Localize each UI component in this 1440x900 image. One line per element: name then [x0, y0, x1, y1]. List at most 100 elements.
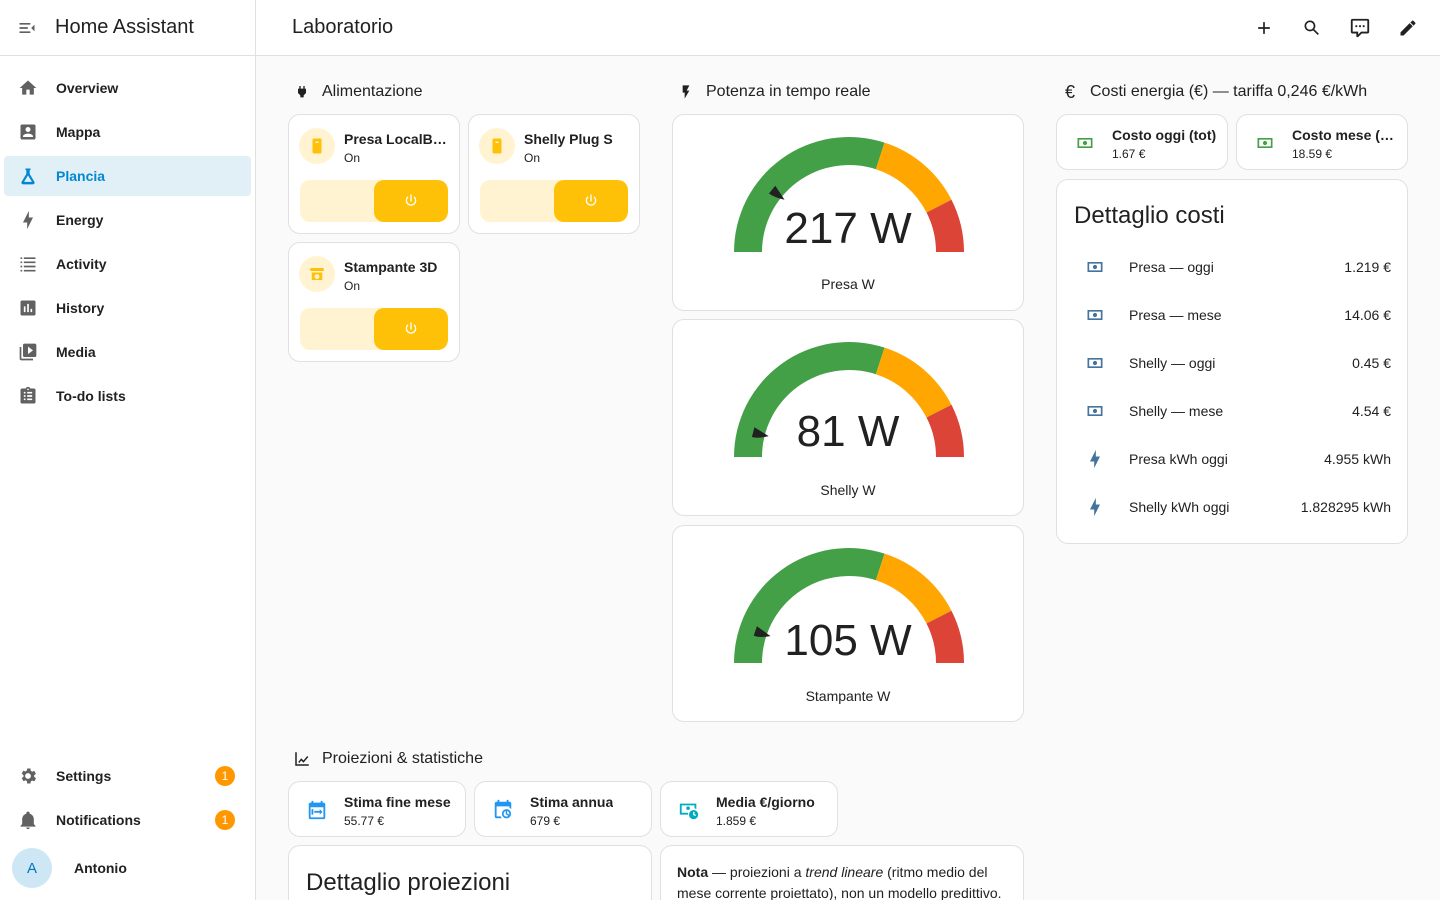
- tile-value: 55.77 €: [344, 814, 385, 828]
- sidebar-item-label: Notifications: [56, 812, 141, 828]
- entity-row[interactable]: Presa — oggi 1.219 €: [1057, 247, 1407, 287]
- sidebar-item-plancia[interactable]: Plancia: [4, 156, 251, 196]
- sidebar-item-settings[interactable]: Settings 1: [4, 756, 251, 796]
- tile-value: 18.59 €: [1292, 147, 1333, 161]
- tile-name: Costo mese (tot): [1292, 127, 1394, 143]
- sidebar-item-label: History: [56, 300, 105, 316]
- projection-detail-card: Dettaglio proiezioni: [288, 845, 652, 900]
- row-name: Presa — oggi: [1129, 259, 1214, 275]
- power-icon: [405, 322, 417, 334]
- projection-note: Nota — proiezioni a trend lineare (ritmo…: [677, 862, 1007, 900]
- switch-tile-stampante[interactable]: Stampante 3D On: [288, 242, 460, 362]
- plus-icon: [1258, 22, 1270, 34]
- flask-icon: [18, 166, 38, 186]
- lightning-icon: [18, 210, 38, 230]
- power-icon: [585, 194, 597, 206]
- tile-name: Stima annua: [530, 794, 614, 810]
- tile-name: Stima fine mese: [344, 794, 451, 810]
- chart-box-icon: [18, 298, 38, 318]
- gauge-segment-orange: [875, 553, 952, 624]
- sidebar-item-notifications[interactable]: Notifications 1: [4, 800, 251, 840]
- assist-button[interactable]: [1344, 12, 1376, 44]
- projection-tile-daily[interactable]: Media €/giorno 1.859 €: [660, 781, 838, 837]
- switch-toggle[interactable]: [300, 180, 448, 222]
- calendar-clock-icon: [491, 798, 515, 822]
- gear-icon: [18, 766, 38, 786]
- sidebar-item-label: Settings: [56, 768, 112, 784]
- projection-tile-month[interactable]: Stima fine mese 55.77 €: [288, 781, 466, 837]
- toolbar-actions: [1248, 12, 1424, 44]
- section-title-power: Alimentazione: [292, 82, 423, 102]
- entity-row[interactable]: Shelly kWh oggi 1.828295 kWh: [1057, 487, 1407, 527]
- edit-dashboard-button[interactable]: [1392, 12, 1424, 44]
- tile-value: 1.67 €: [1112, 147, 1146, 161]
- sidebar-item-overview[interactable]: Overview: [4, 68, 251, 108]
- play-box-icon: [18, 342, 38, 362]
- gauge-card-stampante[interactable]: 105 W Stampante W: [672, 525, 1024, 722]
- switch-name: Shelly Plug S: [524, 131, 613, 147]
- projection-tile-year[interactable]: Stima annua 679 €: [474, 781, 652, 837]
- list-icon: [18, 254, 38, 274]
- switch-name: Presa LocalBytes: [344, 131, 454, 147]
- sidebar-item-label: Media: [56, 344, 96, 360]
- card-title: Dettaglio costi: [1074, 202, 1225, 229]
- cash-clock-icon: [677, 798, 701, 822]
- row-name: Presa — mese: [1129, 307, 1222, 323]
- user-name: Antonio: [74, 860, 127, 876]
- sidebar-item-label: Mappa: [56, 124, 101, 140]
- row-value: 4.955 kWh: [1324, 451, 1391, 467]
- entity-row[interactable]: Shelly — mese 4.54 €: [1057, 391, 1407, 431]
- switch-tile-shelly[interactable]: Shelly Plug S On: [468, 114, 640, 234]
- entity-row[interactable]: Presa — mese 14.06 €: [1057, 295, 1407, 335]
- entity-row[interactable]: Presa kWh oggi 4.955 kWh: [1057, 439, 1407, 479]
- sidebar-item-mappa[interactable]: Mappa: [4, 112, 251, 152]
- settings-badge: 1: [215, 766, 235, 786]
- sidebar-item-profile[interactable]: A Antonio: [4, 844, 251, 892]
- row-value: 4.54 €: [1352, 403, 1391, 419]
- row-value: 1.828295 kWh: [1300, 499, 1391, 515]
- power-socket-icon: [299, 128, 335, 164]
- cost-tile-month[interactable]: Costo mese (tot) 18.59 €: [1236, 114, 1408, 170]
- search-button[interactable]: [1296, 12, 1328, 44]
- sidebar-item-activity[interactable]: Activity: [4, 244, 251, 284]
- row-value: 1.219 €: [1344, 259, 1391, 275]
- switch-tile-presa[interactable]: Presa LocalBytes On: [288, 114, 460, 234]
- sidebar-bottom: Settings 1 Notifications 1 A Antonio: [0, 752, 255, 900]
- cash-icon: [1083, 303, 1107, 327]
- switch-toggle[interactable]: [480, 180, 628, 222]
- sidebar-item-history[interactable]: History: [4, 288, 251, 328]
- sidebar-item-media[interactable]: Media: [4, 332, 251, 372]
- sidebar-item-label: Energy: [56, 212, 104, 228]
- menu-collapse-icon[interactable]: [17, 17, 39, 39]
- switch-toggle[interactable]: [300, 308, 448, 350]
- add-button[interactable]: [1248, 12, 1280, 44]
- row-name: Presa kWh oggi: [1129, 451, 1228, 467]
- section-label: Alimentazione: [322, 83, 423, 100]
- printer-3d-icon: [299, 256, 335, 292]
- gauge-card-presa[interactable]: 217 W Presa W: [672, 114, 1024, 311]
- switch-state: On: [344, 151, 361, 165]
- section-label: Potenza in tempo reale: [706, 83, 871, 100]
- calendar-arrow-icon: [305, 798, 329, 822]
- cash-icon: [1253, 131, 1277, 155]
- sidebar-item-energy[interactable]: Energy: [4, 200, 251, 240]
- toggle-knob: [554, 180, 628, 222]
- note-italic: trend lineare: [805, 864, 884, 880]
- euro-icon: €: [1064, 81, 1075, 102]
- switch-state: On: [344, 279, 361, 293]
- top-bar: Laboratorio: [256, 0, 1440, 56]
- cash-icon: [1073, 131, 1097, 155]
- sidebar-item-label: Overview: [56, 80, 119, 96]
- cash-icon: [1083, 351, 1107, 375]
- sidebar-item-todo[interactable]: To-do lists: [4, 376, 251, 416]
- power-plug-icon: [292, 82, 312, 102]
- cost-tile-today[interactable]: Costo oggi (tot) 1.67 €: [1056, 114, 1228, 170]
- search-icon: [1304, 20, 1319, 35]
- tile-value: 679 €: [530, 814, 561, 828]
- row-name: Shelly — oggi: [1129, 355, 1216, 371]
- gauge-card-shelly[interactable]: 81 W Shelly W: [672, 319, 1024, 516]
- avatar: A: [12, 848, 52, 888]
- app-title: Home Assistant: [55, 16, 194, 38]
- entity-row[interactable]: Shelly — oggi 0.45 €: [1057, 343, 1407, 383]
- section-title-costs: € Costi energia (€) — tariffa 0,246 €/kW…: [1060, 82, 1367, 102]
